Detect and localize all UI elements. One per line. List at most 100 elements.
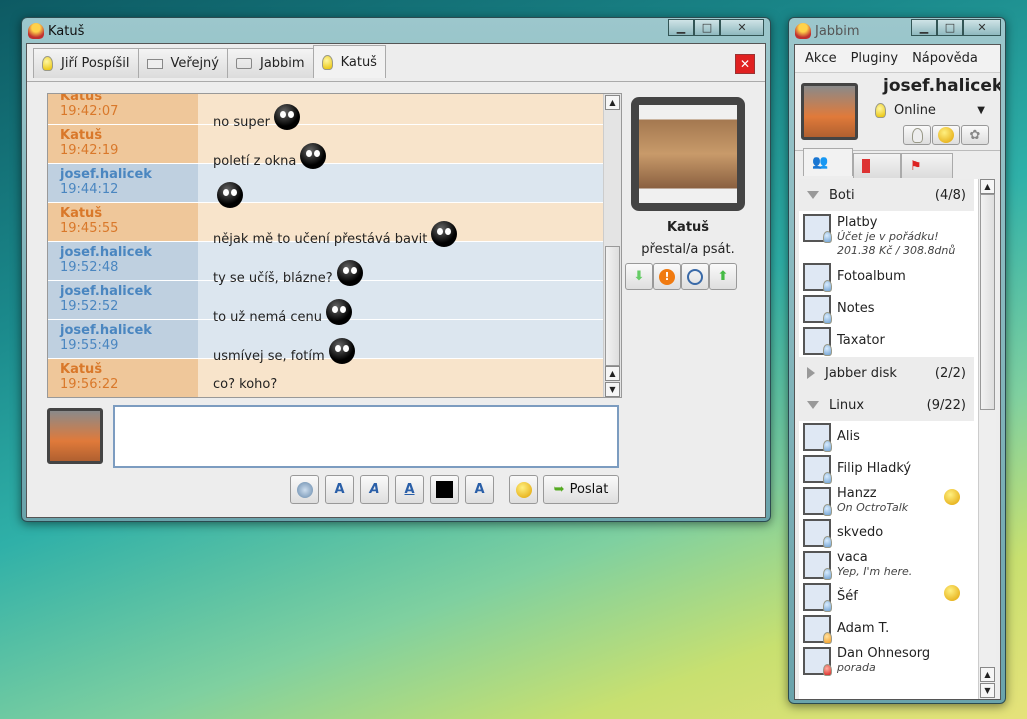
minimize-button[interactable]: ▁ [911, 19, 937, 36]
history-button[interactable] [681, 263, 709, 290]
font-icon: A [474, 482, 485, 497]
bulb-icon [321, 54, 333, 70]
close-button[interactable]: ✕ [720, 19, 764, 36]
contact-item[interactable]: Platby Účet je v pořádku! 201.38 Kč / 308.… [799, 211, 974, 261]
contact-avatar [803, 295, 832, 324]
chat-log: Katuš 19:56:22 co? koho? josef.halicek 19:55… [47, 93, 622, 398]
alert-button[interactable]: ! [653, 263, 681, 290]
send-button[interactable]: ➥ Poslat [543, 475, 619, 504]
scroll-up-button[interactable]: ▲ [605, 366, 620, 381]
group-header[interactable]: Boti (4/8) [799, 179, 974, 211]
font-button[interactable]: A [465, 475, 494, 504]
color-button[interactable] [430, 475, 459, 504]
contact-item[interactable]: vaca Yep, I'm here. [799, 549, 974, 581]
tab-transports[interactable]: ⚑ [901, 153, 953, 178]
message-time: 19:56:22 [60, 377, 119, 392]
receive-file-button[interactable]: ⬇ [625, 263, 653, 290]
window-title: Katuš [48, 23, 85, 39]
message-time: 19:45:55 [60, 221, 119, 236]
status-selector[interactable]: Online ▼ [875, 103, 985, 118]
status-bulb-icon [823, 312, 832, 324]
tab-bookmarks[interactable] [853, 153, 901, 178]
contact-avatar [803, 551, 832, 580]
roster-scrollbar[interactable]: ▲ ▲ ▼ [978, 179, 996, 699]
message-input[interactable] [113, 405, 619, 468]
download-icon: ⬇ [633, 269, 645, 284]
status-bulb-button[interactable] [903, 125, 931, 145]
message-body: no super [198, 94, 603, 130]
minimize-button[interactable]: ▁ [668, 19, 694, 36]
close-button[interactable]: ✕ [963, 19, 1001, 36]
italic-button[interactable]: A [360, 475, 389, 504]
scroll-thumb[interactable] [605, 246, 620, 366]
bulb-icon [911, 127, 923, 143]
chat-titlebar: Katuš [22, 18, 770, 44]
contact-credit: 201.38 Kč / 308.8dnů [837, 244, 956, 257]
tab-jabbim[interactable]: Jabbim [226, 48, 314, 78]
tab-contacts[interactable]: 👥 [803, 148, 853, 176]
message-sender: josef.halicek 19:44:12 [48, 164, 198, 202]
web-button[interactable] [290, 475, 319, 504]
underline-button[interactable]: A [395, 475, 424, 504]
contact-name: Dan Ohnesorg [837, 646, 931, 661]
tab-verejny[interactable]: Veřejný [137, 48, 228, 78]
message-body: poletí z okna [198, 125, 603, 169]
tab-katus[interactable]: Katuš [312, 45, 386, 78]
clock-icon [687, 268, 703, 285]
close-tab-button[interactable]: ✕ [735, 54, 755, 74]
bulb-icon [42, 56, 53, 71]
scroll-up-button[interactable]: ▲ [980, 179, 995, 194]
contact-status: On OctroTalk [837, 501, 909, 514]
send-file-button[interactable]: ⬆ [709, 263, 737, 290]
message-sender: josef.halicek 19:55:49 [48, 320, 198, 358]
mood-icon [944, 585, 960, 601]
mood-button[interactable] [932, 125, 960, 145]
contact-item[interactable]: Dan Ohnesorg porada [799, 645, 974, 677]
contact-item[interactable]: Taxator [799, 325, 974, 357]
group-name: Linux [829, 397, 865, 413]
scroll-up-button[interactable]: ▲ [605, 95, 620, 110]
menu-akce[interactable]: Akce [805, 51, 837, 66]
menu-bar: Akce Pluginy Nápověda [795, 45, 1000, 73]
contact-item[interactable]: Hanzz On OctroTalk [799, 485, 974, 517]
message-row: Katuš 19:56:22 co? koho? [48, 359, 603, 397]
group-name: Boti [829, 187, 855, 203]
chat-window: Katuš ▁ □ ✕ Jiří Pospíšil Veřejný Jabbim K… [21, 17, 771, 522]
message-row: Katuš 19:42:19 poletí z okna [48, 125, 603, 169]
contact-name: Hanzz [837, 486, 877, 501]
window-title: Jabbim [815, 23, 860, 39]
message-row: josef.halicek 19:52:52 to už nemá cenu [48, 281, 603, 325]
bold-button[interactable]: A [325, 475, 354, 504]
menu-napoveda[interactable]: Nápověda [912, 51, 978, 66]
bulb-icon [875, 103, 886, 118]
contact-name: Platby [837, 215, 878, 230]
contact-item[interactable]: Adam T. [799, 613, 974, 645]
group-header[interactable]: Jabber disk (2/2) [799, 357, 974, 389]
contact-item[interactable]: Filip Hladký [799, 453, 974, 485]
drive-icon [146, 58, 163, 69]
scroll-up-button[interactable]: ▲ [980, 667, 995, 682]
sender-name: Katuš [60, 128, 103, 143]
maximize-button[interactable]: □ [694, 19, 720, 36]
contact-item[interactable]: Alis [799, 421, 974, 453]
scroll-down-button[interactable]: ▼ [980, 683, 995, 698]
tab-jiri-pospisil[interactable]: Jiří Pospíšil [33, 48, 139, 78]
contact-avatar [631, 97, 745, 211]
contact-avatar [803, 647, 832, 676]
tab-label: Katuš [340, 54, 377, 70]
contact-item[interactable]: skvedo [799, 517, 974, 549]
menu-pluginy[interactable]: Pluginy [851, 51, 899, 66]
contact-item[interactable]: Fotoalbum [799, 261, 974, 293]
chat-scrollbar[interactable]: ▲ ▲ ▼ [603, 94, 621, 397]
scroll-down-button[interactable]: ▼ [605, 382, 620, 397]
contacts-icon: 👥 [812, 155, 829, 170]
group-header[interactable]: Linux (9/22) [799, 389, 974, 421]
message-text: no super [213, 115, 270, 130]
maximize-button[interactable]: □ [937, 19, 963, 36]
contact-item[interactable]: Šéf [799, 581, 974, 613]
settings-button[interactable]: ✿ [961, 125, 989, 145]
contact-item[interactable]: Notes [799, 293, 974, 325]
emoticon-button[interactable] [509, 475, 538, 504]
chat-tabs: Jiří Pospíšil Veřejný Jabbim Katuš [33, 45, 386, 78]
scroll-thumb[interactable] [980, 194, 995, 410]
